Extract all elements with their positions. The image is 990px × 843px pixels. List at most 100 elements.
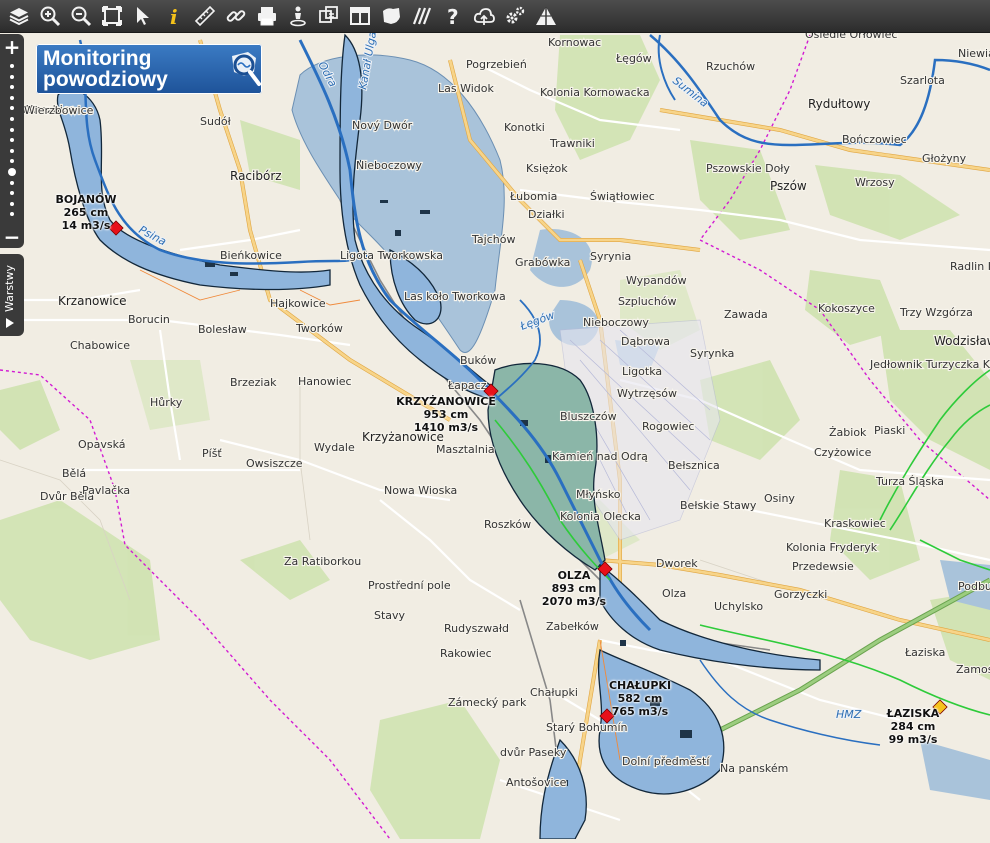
place-label: Rzuchów [706, 60, 755, 73]
measure-button[interactable] [192, 3, 218, 29]
station-name: CHAŁUPKI [608, 679, 672, 692]
place-label: Hajkowice [270, 297, 326, 310]
place-label: Gorzyczki [774, 588, 827, 601]
shape-icon [383, 8, 400, 24]
zoom-out-button[interactable]: − [0, 226, 24, 248]
place-label: Opavská [78, 438, 126, 451]
zoom-level-dot[interactable] [8, 168, 16, 176]
layers-tab-label: Warstwy [3, 265, 16, 312]
place-label: Hůrky [150, 396, 183, 409]
place-label: Pavlačka [82, 484, 130, 497]
zoom-level-dot[interactable] [10, 138, 14, 143]
place-label: Czyżowice [814, 446, 872, 459]
place-label: Zámecký park [448, 696, 527, 709]
zoom-extent-button[interactable] [99, 3, 125, 29]
place-label: Piaski [874, 424, 905, 437]
place-label: Nieboczowy [583, 316, 649, 329]
zoom-in-button[interactable] [37, 3, 63, 29]
copy-button[interactable] [316, 3, 342, 29]
place-label: Kraskowiec [824, 517, 886, 530]
layout-icon [350, 7, 370, 25]
place-label: Bełskie Stawy [680, 499, 757, 512]
help-icon: ? [447, 5, 459, 27]
place-label: Podbuc [958, 580, 990, 593]
zoom-level-dot[interactable] [10, 148, 14, 153]
main-toolbar: i? [0, 0, 990, 33]
place-label: Uchylsko [714, 600, 763, 613]
street-view-button[interactable] [285, 3, 311, 29]
zoom-level-dot[interactable] [10, 117, 14, 121]
zoom-extent-icon [102, 6, 122, 26]
zoom-level-dot[interactable] [10, 180, 14, 185]
zoom-out-button[interactable] [68, 3, 94, 29]
zoom-level-dot[interactable] [10, 191, 14, 196]
place-label: Rakowiec [440, 647, 492, 660]
settings-button[interactable] [502, 3, 528, 29]
station-flow: 99 m3/s [888, 733, 938, 746]
zoom-level-dot[interactable] [10, 127, 14, 132]
place-label: Osiny [764, 492, 795, 505]
place-label: Ligota Tworkowska [340, 249, 443, 262]
place-label: Głożyny [922, 152, 967, 165]
print-button[interactable] [254, 3, 280, 29]
place-label: Tajchów [471, 233, 515, 246]
zoom-level-dot[interactable] [10, 95, 14, 100]
printer-icon [258, 7, 276, 26]
place-label: Dąbrowa [621, 335, 670, 348]
hatch-button[interactable] [409, 3, 435, 29]
layers-button[interactable] [6, 3, 32, 29]
place-label: Masztalnia [436, 443, 495, 456]
zoom-level-dot[interactable] [10, 159, 14, 164]
station-label: BOJANÓW 265 cm 14 m3/s [55, 193, 116, 232]
zoom-level-dot[interactable] [10, 212, 14, 217]
station-label: ŁAZISKA 284 cm 99 m3/s [887, 707, 940, 746]
place-label: Szarlota [900, 74, 945, 87]
place-label: Grabówka [515, 256, 570, 269]
zoom-in-icon [40, 6, 61, 27]
place-label: Wydale [314, 441, 355, 454]
help-button[interactable]: ? [440, 3, 466, 29]
place-label: Łaziska [904, 646, 945, 659]
zoom-level-dot[interactable] [10, 106, 14, 111]
zoom-level-dot[interactable] [10, 74, 14, 79]
layers-panel-toggle[interactable]: Warstwy [0, 254, 24, 336]
zoom-level-dot[interactable] [10, 85, 14, 90]
select-button[interactable] [130, 3, 156, 29]
place-label: Przedewsie [792, 560, 854, 573]
layout-button[interactable] [347, 3, 373, 29]
place-label: Radlin II [950, 260, 990, 273]
place-label: Wytrzęsów [617, 387, 677, 400]
link-icon [226, 10, 246, 22]
place-label: Dworek [656, 557, 698, 570]
map-canvas[interactable]: Kornowac Pogrzebień Łęgów Rzuchów Rydułtowy S… [0, 0, 990, 840]
place-label: Píšť [202, 447, 222, 460]
zoom-level-dot[interactable] [10, 64, 14, 68]
cloud-button[interactable] [471, 3, 497, 29]
zoom-level-dot[interactable] [10, 201, 14, 206]
info-button[interactable]: i [161, 3, 187, 29]
magnifier-map-icon [232, 52, 261, 86]
warning-button[interactable] [533, 3, 559, 29]
copy-icon [319, 6, 338, 23]
link-button[interactable] [223, 3, 249, 29]
station-label: CHAŁUPKI 582 cm 765 m3/s [609, 679, 671, 718]
station-label: OLZA 893 cm 2070 m3/s [542, 569, 606, 608]
place-label: Dolní předměstí [622, 755, 710, 768]
place-label: Na panském [720, 762, 788, 775]
place-label: Buków [460, 354, 496, 367]
shape-button[interactable] [378, 3, 404, 29]
place-label: Świątłowiec [590, 190, 655, 203]
place-label: Trzy Wzgórza [899, 306, 973, 319]
place-label: Las koło Tworkowa [404, 290, 506, 303]
place-label: Borucin [128, 313, 170, 326]
place-label: Rogowiec [642, 420, 694, 433]
place-label: Racibórz [230, 169, 282, 183]
place-label: Księżok [526, 162, 568, 175]
logo-line2: powodziowy [43, 68, 168, 91]
place-label: Łubomia [509, 190, 557, 203]
person-icon [290, 6, 306, 27]
place-label: Zabełków [546, 620, 599, 633]
zoom-in-button[interactable]: + [0, 36, 24, 58]
svg-text:i: i [170, 5, 178, 27]
place-label: Jedłownik Turzyczka Karkoszka [869, 358, 990, 371]
